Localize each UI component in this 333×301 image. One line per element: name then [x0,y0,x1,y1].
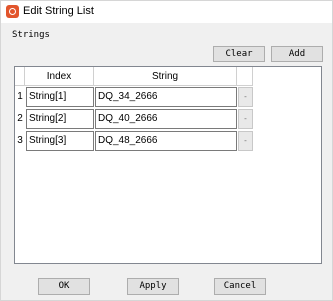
ok-button[interactable]: OK [38,278,90,295]
table-row: 1 String[1] DQ_34_2666 - [15,86,253,108]
header-action [237,67,253,86]
cancel-button[interactable]: Cancel [214,278,266,295]
window-title: Edit String List [23,5,94,17]
string-cell[interactable]: DQ_48_2666 [95,131,237,151]
string-cell[interactable]: DQ_34_2666 [95,87,237,107]
table-header: Index String [15,67,253,86]
edit-string-list-dialog: Edit String List Strings Clear Add Index… [0,0,333,301]
row-number: 3 [17,135,23,146]
index-cell[interactable]: String[1] [26,87,94,107]
table-row: 2 String[2] DQ_40_2666 - [15,108,253,130]
header-row-number [15,67,25,86]
title-bar: Edit String List [1,1,332,23]
index-cell[interactable]: String[2] [26,109,94,129]
remove-row-button[interactable]: - [238,131,253,151]
remove-row-button[interactable]: - [238,87,253,107]
header-index: Index [25,67,94,86]
row-number: 2 [17,113,23,124]
clear-button[interactable]: Clear [213,46,265,62]
string-table: Index String 1 String[1] DQ_34_2666 - 2 … [14,66,322,264]
strings-group-label: Strings [12,30,50,40]
add-button[interactable]: Add [271,46,323,62]
index-cell[interactable]: String[3] [26,131,94,151]
row-number: 1 [17,91,23,102]
apply-button[interactable]: Apply [127,278,179,295]
app-icon [6,5,19,18]
table-row: 3 String[3] DQ_48_2666 - [15,130,253,152]
remove-row-button[interactable]: - [238,109,253,129]
string-cell[interactable]: DQ_40_2666 [95,109,237,129]
header-string: String [94,67,237,86]
